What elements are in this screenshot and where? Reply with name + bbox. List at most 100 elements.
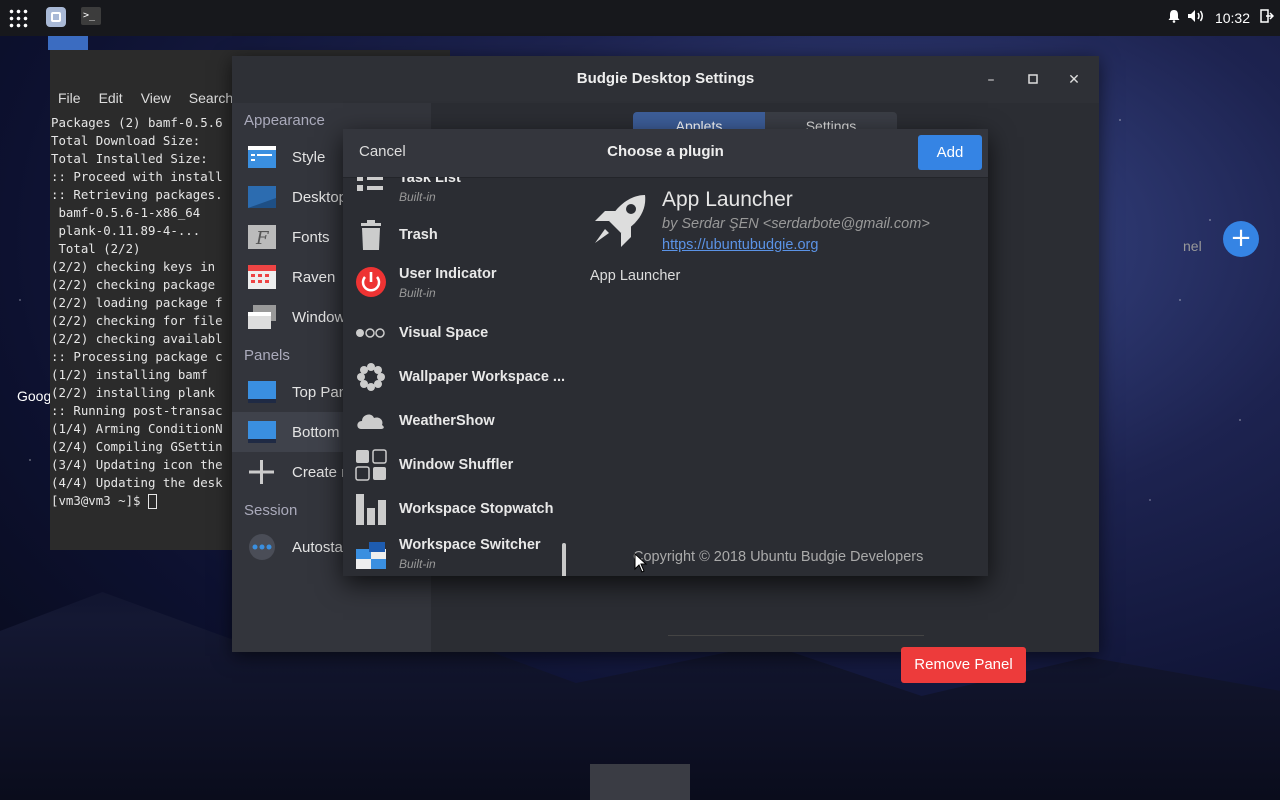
terminal-line: Total (2/2) — [51, 241, 141, 256]
home-folder-icon[interactable] — [48, 36, 88, 50]
divider — [668, 623, 924, 636]
grid-icon — [355, 449, 387, 481]
plugin-detail-name: App Launcher — [662, 188, 793, 211]
list-item[interactable]: Visual Space — [343, 313, 571, 353]
task-list-icon — [357, 177, 383, 191]
plugin-detail-description: App Launcher — [590, 268, 681, 284]
list-item[interactable]: Workspace Switcher Built-in — [343, 533, 571, 576]
plugin-name: User Indicator — [399, 266, 497, 282]
plugin-name: Task List — [399, 177, 461, 186]
sidebar-item-label: Top Pan — [292, 383, 348, 401]
apps-grid-icon[interactable] — [8, 8, 28, 28]
flower-icon — [357, 363, 385, 391]
style-icon — [248, 146, 276, 168]
workspace-switcher-icon — [356, 542, 386, 569]
remove-panel-button[interactable]: Remove Panel — [901, 647, 1026, 683]
cloud-icon — [357, 414, 384, 429]
menu-file[interactable]: File — [58, 90, 81, 106]
terminal-line: (2/2) checking package — [51, 277, 216, 292]
terminal-menubar: File Edit View Search — [50, 90, 233, 106]
terminal-line: (1/2) installing bamf — [51, 367, 208, 382]
dialog-title: Choose a plugin — [607, 143, 724, 160]
bottom-panel — [590, 764, 690, 800]
rocket-icon — [595, 195, 646, 247]
sidebar-item-label: Fonts — [292, 228, 330, 246]
settings-titlebar: Budgie Desktop Settings – ✕ — [232, 56, 1099, 103]
plus-icon — [249, 460, 274, 484]
panel-icon — [248, 381, 276, 403]
sidebar-item-label: Desktop — [292, 188, 348, 206]
add-applet-button[interactable]: + — [1223, 221, 1259, 257]
menu-edit[interactable]: Edit — [99, 90, 123, 106]
mouse-cursor-icon — [634, 553, 648, 573]
maximize-button[interactable] — [1021, 68, 1045, 92]
terminal-line: (2/4) Compiling GSettin — [51, 439, 223, 454]
list-item[interactable]: User Indicator Built-in — [343, 263, 571, 307]
terminal-line: :: Processing package c — [51, 349, 223, 364]
windows-icon — [248, 305, 276, 329]
visual-space-icon — [356, 328, 385, 338]
terminal-line: (2/2) loading package f — [51, 295, 223, 310]
section-appearance: Appearance — [244, 112, 325, 129]
maximize-icon — [1028, 74, 1038, 84]
dialog-header: Cancel Choose a plugin Add — [343, 129, 988, 178]
launcher-icon[interactable] — [46, 7, 66, 27]
terminal-line: bamf-0.5.6-1-x86_64 — [51, 205, 201, 220]
terminal-line: (2/2) checking keys in — [51, 259, 216, 274]
sidebar-item-label: Autosta — [292, 538, 343, 556]
close-button[interactable]: ✕ — [1062, 68, 1086, 92]
terminal-line: Total Download Size: — [51, 133, 201, 148]
minimize-button[interactable]: – — [979, 68, 1003, 92]
plugin-name: Workspace Switcher — [399, 537, 541, 553]
terminal-line: plank-0.11.89-4-... — [51, 223, 201, 238]
bell-icon[interactable] — [1167, 9, 1181, 27]
terminal-cursor — [147, 494, 157, 509]
terminal-line: (4/4) Updating the desk — [51, 475, 223, 490]
power-icon — [356, 267, 386, 297]
terminal-line: Packages (2) bamf-0.5.6 — [51, 115, 223, 130]
sidebar-item-label: Create n — [292, 463, 350, 481]
terminal-line: (1/4) Arming ConditionN — [51, 421, 223, 436]
terminal-line: :: Running post-transac — [51, 403, 223, 418]
list-item[interactable]: Workspace Stopwatch — [343, 489, 571, 529]
list-item[interactable]: Window Shuffler — [343, 445, 571, 485]
list-scrollbar[interactable] — [562, 543, 566, 576]
list-item[interactable]: Wallpaper Workspace ... — [343, 357, 571, 397]
desktop-icon-label[interactable]: Goog — [17, 388, 51, 404]
menu-search[interactable]: Search — [189, 90, 233, 106]
bars-icon — [356, 494, 386, 525]
terminal-line: :: Retrieving packages. — [51, 187, 223, 202]
terminal-icon[interactable]: >_ — [81, 7, 101, 25]
sidebar-item-label: Style — [292, 148, 326, 166]
plugin-detail-copyright: Copyright © 2018 Ubuntu Budgie Developer… — [633, 549, 924, 565]
fonts-icon: F — [248, 225, 276, 249]
terminal-line: [vm3@vm3 ~]$ — [51, 492, 223, 510]
terminal-line: Total Installed Size: — [51, 151, 208, 166]
menu-view[interactable]: View — [141, 90, 171, 106]
list-item[interactable]: Task List Built-in — [343, 177, 571, 209]
plugin-name: Trash — [399, 227, 438, 243]
plugin-name: Window Shuffler — [399, 457, 514, 473]
plugin-list[interactable]: Task List Built-in Trash User Indicator … — [343, 177, 571, 576]
plugin-name: Workspace Stopwatch — [399, 501, 554, 517]
plugin-name: WeatherShow — [399, 413, 495, 429]
volume-icon[interactable] — [1187, 9, 1205, 27]
add-button[interactable]: Add — [918, 135, 982, 170]
sidebar-item-label: Window — [292, 308, 346, 326]
terminal-line: (2/2) checking for file — [51, 313, 223, 328]
choose-plugin-dialog: Cancel Choose a plugin Add Task List Bui… — [343, 129, 988, 576]
list-item[interactable]: Trash — [343, 217, 571, 257]
plugin-subtitle: Built-in — [399, 190, 436, 204]
terminal-line: (2/2) installing plank — [51, 385, 216, 400]
desktop-icon — [248, 186, 276, 208]
top-panel: >_ 10:32 — [0, 0, 1280, 36]
section-session: Session — [244, 502, 298, 519]
clock[interactable]: 10:32 — [1215, 10, 1250, 26]
calendar-icon — [248, 265, 276, 289]
terminal-line: (3/4) Updating icon the — [51, 457, 223, 472]
terminal-output[interactable]: Packages (2) bamf-0.5.6 Total Download Si… — [51, 114, 223, 510]
list-item[interactable]: WeatherShow — [343, 401, 571, 441]
plugin-subtitle: Built-in — [399, 557, 436, 571]
plugin-detail-link[interactable]: https://ubuntubudgie.org — [662, 237, 818, 253]
logout-icon[interactable] — [1260, 9, 1275, 27]
